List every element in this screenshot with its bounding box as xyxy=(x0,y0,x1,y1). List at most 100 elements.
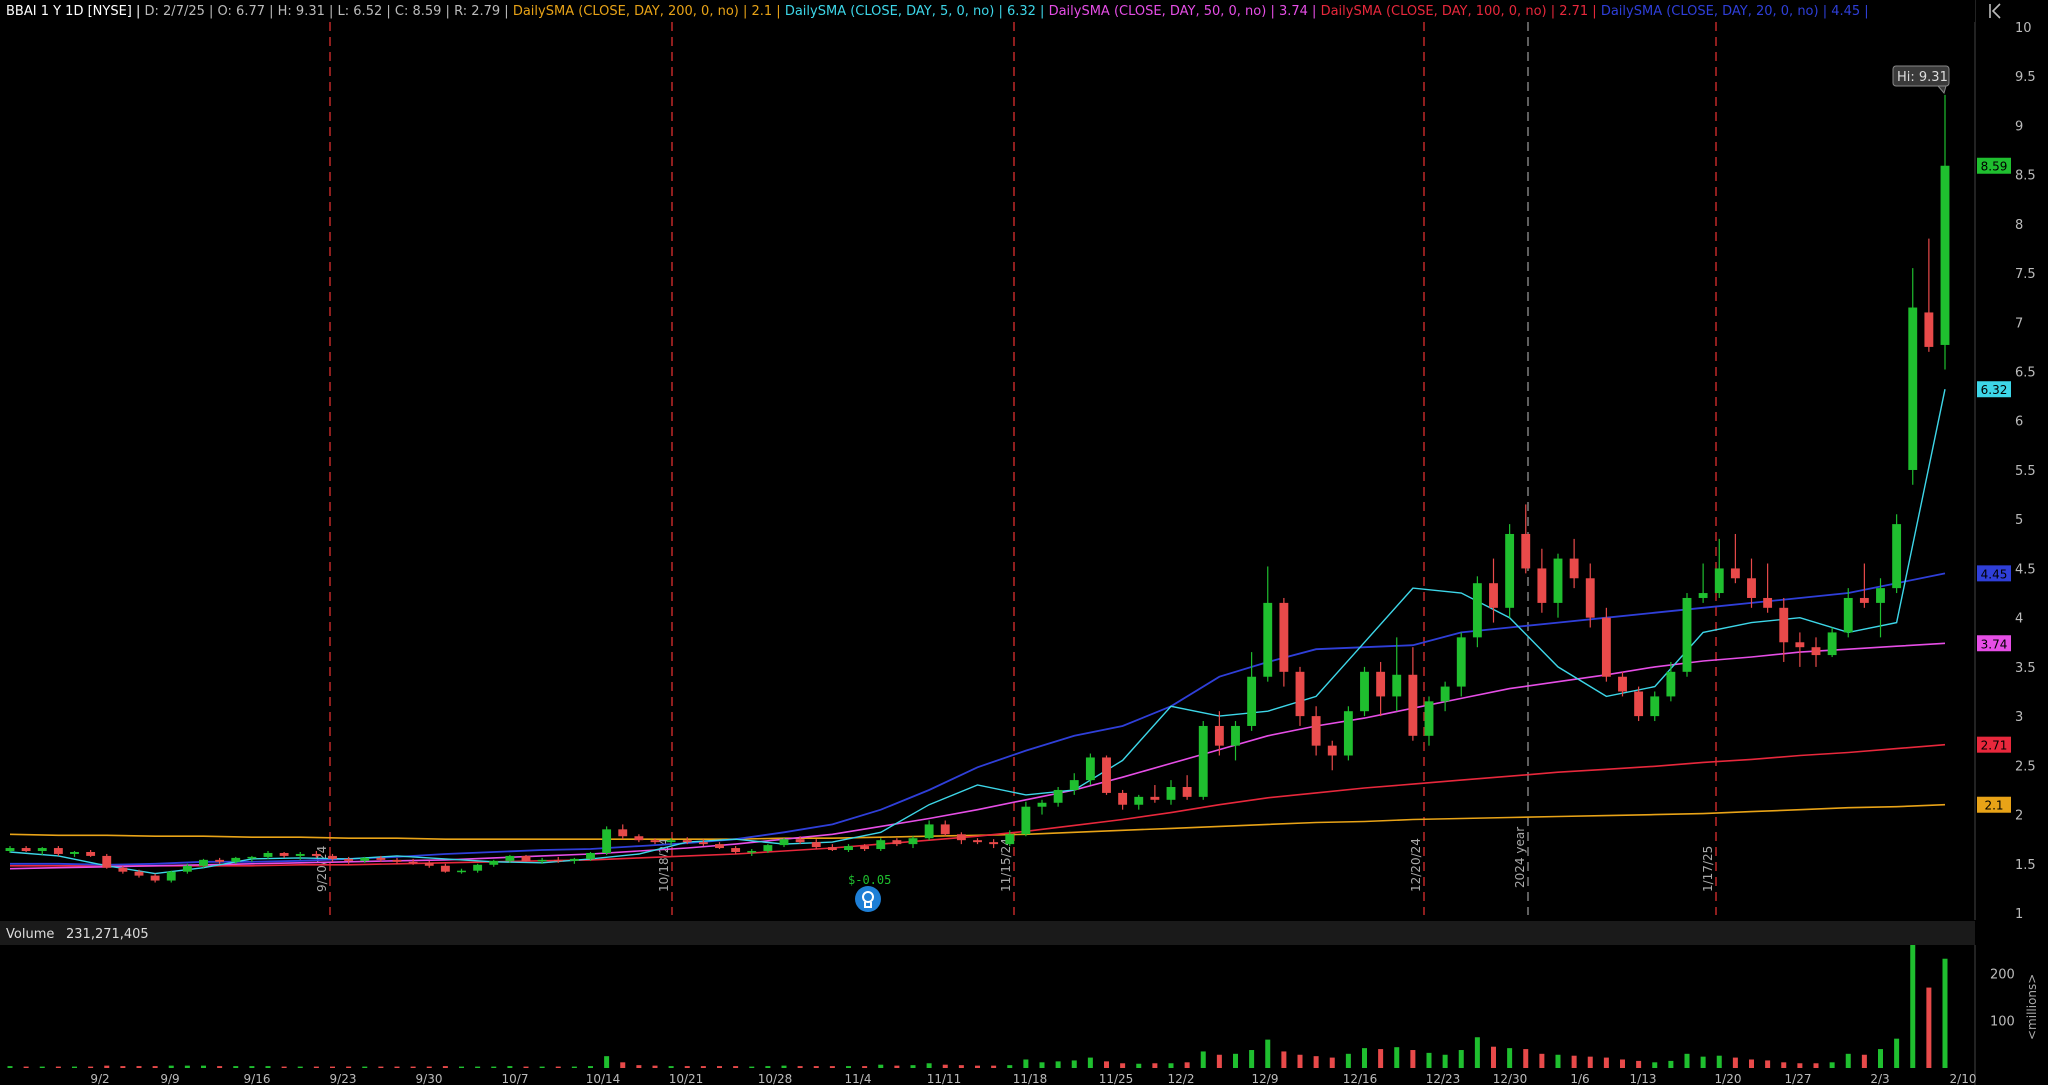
volume-bar xyxy=(975,1065,980,1068)
candle-body xyxy=(295,853,305,856)
volume-bar xyxy=(1587,1056,1593,1068)
volume-bar xyxy=(1700,1056,1706,1068)
candle-body xyxy=(1198,725,1208,797)
y-tick-label: 2 xyxy=(2015,809,2023,824)
header-field: 3.74 | xyxy=(1279,4,1321,19)
volume-value: 231,271,405 xyxy=(66,927,149,942)
y-tick-label: 7 xyxy=(2015,316,2023,331)
volume-bar xyxy=(781,1065,787,1068)
candle-body xyxy=(21,848,31,852)
candle-body xyxy=(1440,686,1450,702)
candle-body xyxy=(779,839,789,846)
volume-bar xyxy=(1426,1052,1432,1068)
candle-body xyxy=(1634,691,1644,717)
volume-bar xyxy=(378,1066,384,1068)
candle-body xyxy=(199,859,208,866)
candle-body xyxy=(1182,787,1192,797)
volume-bar xyxy=(217,1066,223,1068)
volume-bar xyxy=(1442,1054,1448,1068)
volume-bar xyxy=(829,1066,835,1068)
candle-body xyxy=(553,859,563,862)
candle-body xyxy=(328,855,337,859)
y-tick-label: 9.5 xyxy=(2015,70,2036,85)
y-tick-label: 10 xyxy=(2015,21,2032,36)
candle-body xyxy=(973,840,982,843)
volume-bar xyxy=(184,1065,190,1068)
volume-bar xyxy=(475,1066,481,1068)
candle-body xyxy=(1730,568,1740,579)
x-tick-label: 9/2 xyxy=(90,1072,109,1085)
volume-bar xyxy=(1007,1065,1013,1068)
volume-bar xyxy=(604,1056,610,1068)
x-tick-label: 12/2 xyxy=(1168,1072,1195,1085)
volume-bar xyxy=(507,1066,513,1068)
header-field: DailySMA (CLOSE, DAY, 50, 0, no) | xyxy=(1049,4,1279,19)
candle-body xyxy=(1456,637,1466,687)
candle-body xyxy=(5,848,15,852)
volume-bar xyxy=(1474,1037,1480,1068)
volume-bar xyxy=(442,1066,448,1068)
header-field: D: 2/7/25 | xyxy=(145,4,218,19)
volume-bar xyxy=(571,1066,577,1068)
candle-body xyxy=(1343,711,1353,756)
volume-bar xyxy=(878,1064,884,1068)
volume-tick-label: 200 xyxy=(1990,967,2015,982)
x-tick-label: 10/21 xyxy=(669,1072,704,1085)
candle-body xyxy=(150,875,160,881)
volume-bar xyxy=(1023,1059,1029,1068)
candle-body xyxy=(86,851,96,856)
volume-bar xyxy=(136,1066,142,1068)
candle-body xyxy=(102,855,112,868)
volume-bar xyxy=(281,1066,287,1068)
candle-body xyxy=(618,829,628,837)
vertical-marker-label: 11/15/24 xyxy=(999,838,1013,892)
header-field: BBAI 1 Y 1D [NYSE] | xyxy=(6,4,145,19)
candle-body xyxy=(1569,558,1579,579)
y-tick-label: 8.5 xyxy=(2015,169,2036,184)
volume-bar xyxy=(55,1066,61,1068)
volume-bar xyxy=(1168,1063,1174,1068)
volume-bar xyxy=(426,1066,432,1068)
candle-body xyxy=(70,851,79,854)
candle-body xyxy=(1231,725,1240,746)
volume-bar xyxy=(523,1066,529,1068)
volume-bar xyxy=(168,1065,174,1068)
candle-body xyxy=(1360,671,1369,712)
volume-bar xyxy=(991,1065,997,1068)
candle-body xyxy=(860,846,870,850)
volume-bar xyxy=(1684,1053,1690,1068)
volume-bar xyxy=(1555,1054,1561,1068)
candle-body xyxy=(731,848,741,852)
volume-bar xyxy=(1620,1059,1625,1068)
volume-bar xyxy=(1668,1060,1674,1068)
candle-body xyxy=(682,840,692,843)
y-tick-label: 5.5 xyxy=(2015,464,2036,479)
volume-bar xyxy=(942,1064,948,1068)
candle-body xyxy=(1150,796,1160,800)
candle-body xyxy=(231,857,241,862)
candle-body xyxy=(1666,671,1676,697)
header-field: R: 2.79 | xyxy=(454,4,513,19)
header-field: DailySMA (CLOSE, DAY, 200, 0, no) | xyxy=(513,4,752,19)
candle-body xyxy=(698,842,708,845)
x-tick-label: 1/13 xyxy=(1630,1072,1657,1085)
candle-body xyxy=(247,856,257,859)
candle-body xyxy=(505,855,515,861)
header-field: DailySMA (CLOSE, DAY, 20, 0, no) | xyxy=(1601,4,1831,19)
candle-body xyxy=(844,846,853,851)
earnings-bulb-icon[interactable] xyxy=(855,886,881,912)
volume-bar xyxy=(1491,1046,1496,1068)
header-field: O: 6.77 | xyxy=(218,4,278,19)
price-chart[interactable]: 9/20/24 10/18/24 11/15/24 12/20/24 2024 year… xyxy=(0,0,2048,1085)
candle-body xyxy=(1601,617,1611,677)
volume-bar xyxy=(620,1062,626,1068)
volume-bar xyxy=(1345,1053,1351,1068)
x-tick-label: 10/28 xyxy=(758,1072,793,1085)
x-tick-label: 2/3 xyxy=(1870,1072,1889,1085)
volume-bar xyxy=(1813,1063,1819,1068)
volume-bar xyxy=(152,1066,158,1068)
candle-body xyxy=(1924,312,1934,347)
candle-body xyxy=(1537,568,1547,603)
candle-body xyxy=(924,824,934,839)
candle-body xyxy=(1489,583,1498,608)
